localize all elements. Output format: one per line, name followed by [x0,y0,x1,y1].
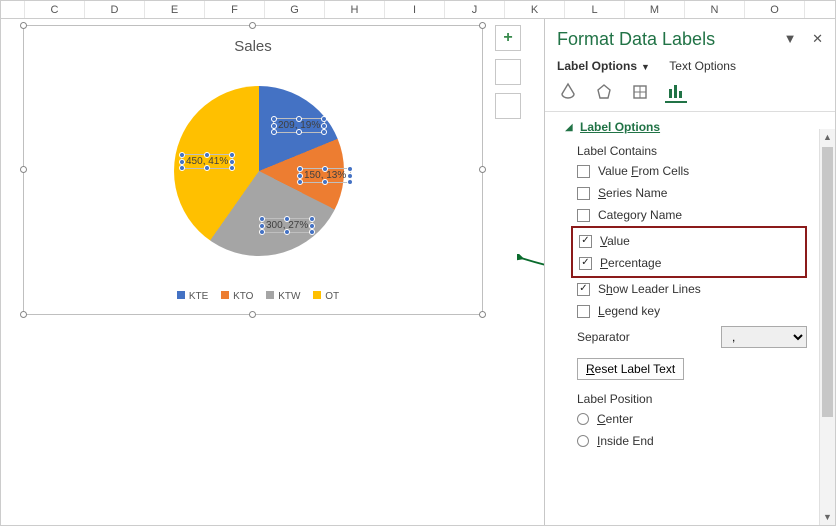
pane-scroll-area: ◢ Label Options Label Contains Value Fro… [545,112,835,508]
radio-inside-end[interactable]: Inside End [545,430,819,452]
col-l[interactable]: L [565,1,625,18]
legend-swatch [177,291,185,299]
radio-center[interactable]: Center [545,408,819,430]
col-k[interactable]: K [505,1,565,18]
resize-handle[interactable] [20,22,27,29]
pane-title: Format Data Labels [557,29,715,50]
col-d[interactable]: D [85,1,145,18]
data-label-ktw[interactable]: 300, 27% [261,218,313,233]
highlighted-options: Value Percentage [571,226,807,278]
reset-label-text-button[interactable]: Reset Label Text [577,358,684,380]
effects-icon[interactable] [593,81,615,103]
checkbox-category-name[interactable]: Category Name [545,204,819,226]
checkbox-value-from-cells[interactable]: Value From Cells [545,160,819,182]
chart-elements-button[interactable]: + [495,25,521,51]
resize-handle[interactable] [249,22,256,29]
legend-swatch [313,291,321,299]
data-label-ot[interactable]: 450, 41% [181,154,233,169]
resize-handle[interactable] [249,311,256,318]
pane-options-dropdown-icon[interactable]: ▼ [784,31,797,46]
column-header-row: C D E F G H I J K L M N O [1,1,835,19]
checkbox-legend-key[interactable]: Legend key [545,300,819,322]
col-c[interactable]: C [25,1,85,18]
scroll-up-icon[interactable]: ▲ [820,129,835,145]
group-label-position: Label Position [545,386,819,408]
vertical-scrollbar[interactable]: ▲ ▼ [819,129,835,525]
col-g[interactable]: G [265,1,325,18]
size-properties-icon[interactable] [629,81,651,103]
resize-handle[interactable] [479,166,486,173]
section-label-options[interactable]: Label Options [580,120,660,134]
legend-swatch [221,291,229,299]
col-e[interactable]: E [145,1,205,18]
group-label-contains: Label Contains [545,138,819,160]
data-label-kto[interactable]: 150, 13% [299,168,351,183]
legend-swatch [266,291,274,299]
resize-handle[interactable] [20,166,27,173]
col-f[interactable]: F [205,1,265,18]
col-h[interactable]: H [325,1,385,18]
scrollbar-thumb[interactable] [822,147,833,417]
chart-filter-button[interactable] [495,93,521,119]
chevron-down-icon: ▼ [641,62,650,72]
col-j[interactable]: J [445,1,505,18]
checkbox-series-name[interactable]: Series Name [545,182,819,204]
chart-styles-button[interactable] [495,59,521,85]
separator-label: Separator [577,330,630,344]
plus-icon: + [503,29,512,47]
label-options-icon[interactable] [665,81,687,103]
col-m[interactable]: M [625,1,685,18]
tab-text-options[interactable]: Text Options [669,59,736,73]
data-label-kte[interactable]: 209, 19% [273,118,325,133]
resize-handle[interactable] [20,311,27,318]
close-pane-icon[interactable]: ✕ [812,31,823,46]
chart-legend[interactable]: KTE KTO KTW OT [24,291,482,302]
tab-label-options[interactable]: Label Options▼ [557,59,650,73]
chart-container[interactable]: Sales 209, 19% 150, 13% 300, 27% 450, 41… [23,25,483,315]
collapse-icon[interactable]: ◢ [565,122,573,133]
scroll-down-icon[interactable]: ▼ [820,509,835,525]
chart-title[interactable]: Sales [24,26,482,55]
col-n[interactable]: N [685,1,745,18]
separator-select[interactable]: , [721,326,807,348]
format-data-labels-pane: Format Data Labels ▼ ✕ Label Options▼ Te… [544,19,835,525]
checkbox-percentage[interactable]: Percentage [573,252,805,274]
col-o[interactable]: O [745,1,805,18]
checkbox-show-leader-lines[interactable]: Show Leader Lines [545,278,819,300]
col-i[interactable]: I [385,1,445,18]
fill-line-icon[interactable] [557,81,579,103]
resize-handle[interactable] [479,311,486,318]
resize-handle[interactable] [479,22,486,29]
checkbox-value[interactable]: Value [573,230,805,252]
